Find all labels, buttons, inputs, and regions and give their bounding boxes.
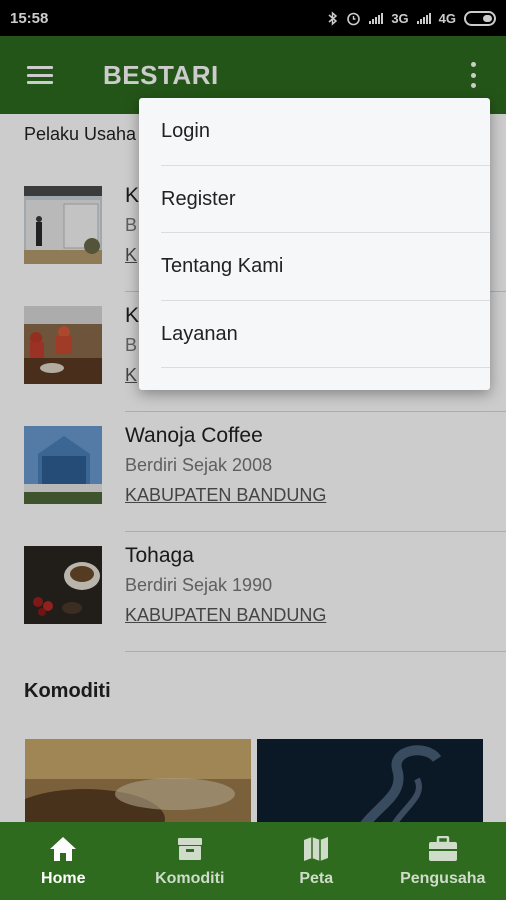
nav-peta-label: Peta (299, 870, 334, 887)
business-since: Berdiri Sejak 1990 (125, 575, 273, 595)
business-thumbnail (24, 546, 102, 624)
nav-home-label: Home (41, 870, 86, 887)
list-item[interactable]: Wanoja Coffee Berdiri Sejak 2008 KABUPAT… (0, 412, 506, 532)
business-since: Berdiri Sejak 2008 (125, 455, 273, 475)
business-name: K (125, 304, 140, 327)
komoditi-card-image[interactable] (257, 739, 483, 822)
status-icons: 3G 4G (328, 10, 496, 26)
status-time: 15:58 (10, 9, 49, 27)
business-name: Wanoja Coffee (125, 424, 263, 447)
menu-item-register[interactable]: Register (139, 166, 490, 234)
menu-item-login[interactable]: Login (139, 98, 490, 166)
business-location-link[interactable]: KABUPATEN BANDUNG (125, 485, 326, 506)
bottom-navigation: Home Komoditi Peta Pengusaha (0, 822, 506, 900)
business-thumbnail (24, 306, 102, 384)
business-thumbnail (24, 426, 102, 504)
nav-pengusaha[interactable]: Pengusaha (380, 822, 506, 900)
business-location-link[interactable]: KABUPATEN BANDUNG (125, 605, 326, 626)
business-thumbnail (24, 186, 102, 264)
network-type-1: 3G (391, 10, 409, 26)
briefcase-icon (427, 834, 459, 864)
signal-icon (369, 12, 384, 24)
bluetooth-icon (328, 10, 338, 26)
signal-icon-2 (416, 12, 431, 24)
more-options-icon[interactable] (468, 62, 478, 88)
menu-item-tentang-kami[interactable]: Tentang Kami (139, 233, 490, 301)
business-location-link[interactable]: K (125, 365, 137, 386)
nav-pengusaha-label: Pengusaha (400, 870, 486, 887)
komoditi-title: Komoditi (24, 680, 111, 702)
battery-icon (464, 10, 496, 26)
divider (125, 651, 506, 652)
nav-komoditi[interactable]: Komoditi (127, 822, 254, 900)
home-icon (47, 834, 79, 864)
alarm-icon (347, 12, 361, 25)
network-type-2: 4G (438, 10, 456, 26)
business-name: Tohaga (125, 544, 194, 567)
komoditi-card-image[interactable] (25, 739, 251, 822)
list-item[interactable]: Tohaga Berdiri Sejak 1990 KABUPATEN BAND… (0, 532, 506, 652)
business-since: B (125, 335, 138, 355)
box-icon (174, 834, 206, 864)
nav-peta[interactable]: Peta (253, 822, 380, 900)
business-location-link[interactable]: K (125, 245, 137, 266)
options-popup-menu: Login Register Tentang Kami Layanan (139, 98, 490, 390)
business-since: B (125, 215, 138, 235)
section-title: Pelaku Usaha (24, 124, 137, 144)
map-icon (300, 834, 332, 864)
app-title: BESTARI (103, 60, 219, 90)
nav-komoditi-label: Komoditi (155, 870, 225, 887)
status-bar: 15:58 3G 4G (0, 0, 506, 36)
nav-home[interactable]: Home (0, 822, 127, 900)
menu-item-layanan[interactable]: Layanan (139, 301, 490, 369)
hamburger-menu-icon[interactable] (27, 66, 53, 84)
business-name: K (125, 184, 140, 207)
